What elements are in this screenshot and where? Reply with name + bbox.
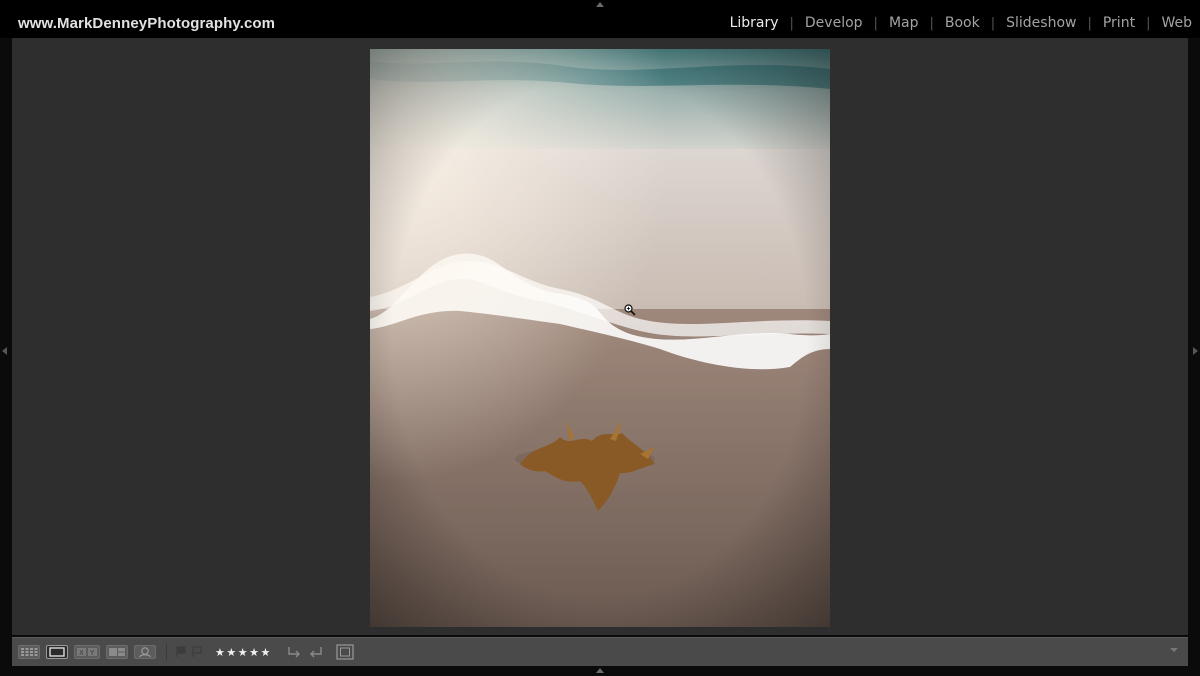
module-print[interactable]: Print <box>1103 15 1135 31</box>
module-separator: | <box>789 15 794 31</box>
svg-text:X: X <box>79 649 84 657</box>
star-rating[interactable]: ★★★★★ <box>215 646 272 659</box>
grid-view-button[interactable] <box>18 644 40 660</box>
survey-view-button[interactable] <box>106 644 128 660</box>
module-web[interactable]: Web <box>1161 15 1192 31</box>
module-separator: | <box>873 15 878 31</box>
bottom-panel-toggle-icon[interactable] <box>596 668 604 673</box>
module-book[interactable]: Book <box>945 15 980 31</box>
zoom-cursor-icon <box>624 303 636 316</box>
crop-overlay-button[interactable] <box>336 644 354 660</box>
module-picker: Library | Develop | Map | Book | Slideshow | Print… <box>730 15 1192 31</box>
loupe-view-icon <box>46 645 68 659</box>
toolbar-menu-chevron-icon[interactable] <box>1170 648 1178 652</box>
rotate-left-button[interactable] <box>286 644 302 660</box>
left-panel-toggle-icon[interactable] <box>2 347 7 355</box>
flag-reject-button[interactable] <box>191 644 203 660</box>
module-separator: | <box>990 15 996 31</box>
svg-text:Y: Y <box>89 649 95 657</box>
flag-icon <box>176 646 186 657</box>
bottom-toolbar: X Y ★★★★★ <box>12 637 1188 666</box>
top-panel: www.MarkDenneyPhotography.com Library | De… <box>0 0 1200 38</box>
module-separator: | <box>1087 15 1092 31</box>
compare-view-button[interactable]: X Y <box>74 644 100 660</box>
photo-preview[interactable] <box>370 49 830 627</box>
survey-view-icon <box>106 645 128 659</box>
loupe-view[interactable] <box>12 38 1188 635</box>
module-map[interactable]: Map <box>889 15 919 31</box>
people-view-icon <box>134 645 156 659</box>
module-slideshow[interactable]: Slideshow <box>1006 15 1076 31</box>
identity-plate: www.MarkDenneyPhotography.com <box>18 15 276 32</box>
flag-pick-button[interactable] <box>175 644 187 660</box>
rotate-left-icon <box>288 647 300 658</box>
module-library[interactable]: Library <box>730 15 779 31</box>
grid-view-icon <box>18 645 40 659</box>
module-separator: | <box>1146 15 1151 31</box>
crop-overlay-icon <box>336 644 354 660</box>
reject-flag-icon <box>192 646 202 657</box>
compare-view-icon: X Y <box>74 645 100 659</box>
right-panel-toggle-icon[interactable] <box>1193 347 1198 355</box>
people-view-button[interactable] <box>134 644 156 660</box>
lightroom-window: www.MarkDenneyPhotography.com Library | De… <box>0 0 1200 676</box>
rotate-right-button[interactable] <box>308 644 324 660</box>
top-panel-toggle-icon[interactable] <box>596 2 604 7</box>
module-develop[interactable]: Develop <box>805 15 863 31</box>
loupe-view-button[interactable] <box>46 644 68 660</box>
beach-photo-image <box>370 49 830 627</box>
module-separator: | <box>929 15 934 31</box>
toolbar-divider <box>166 644 167 660</box>
rotate-right-icon <box>309 647 322 658</box>
